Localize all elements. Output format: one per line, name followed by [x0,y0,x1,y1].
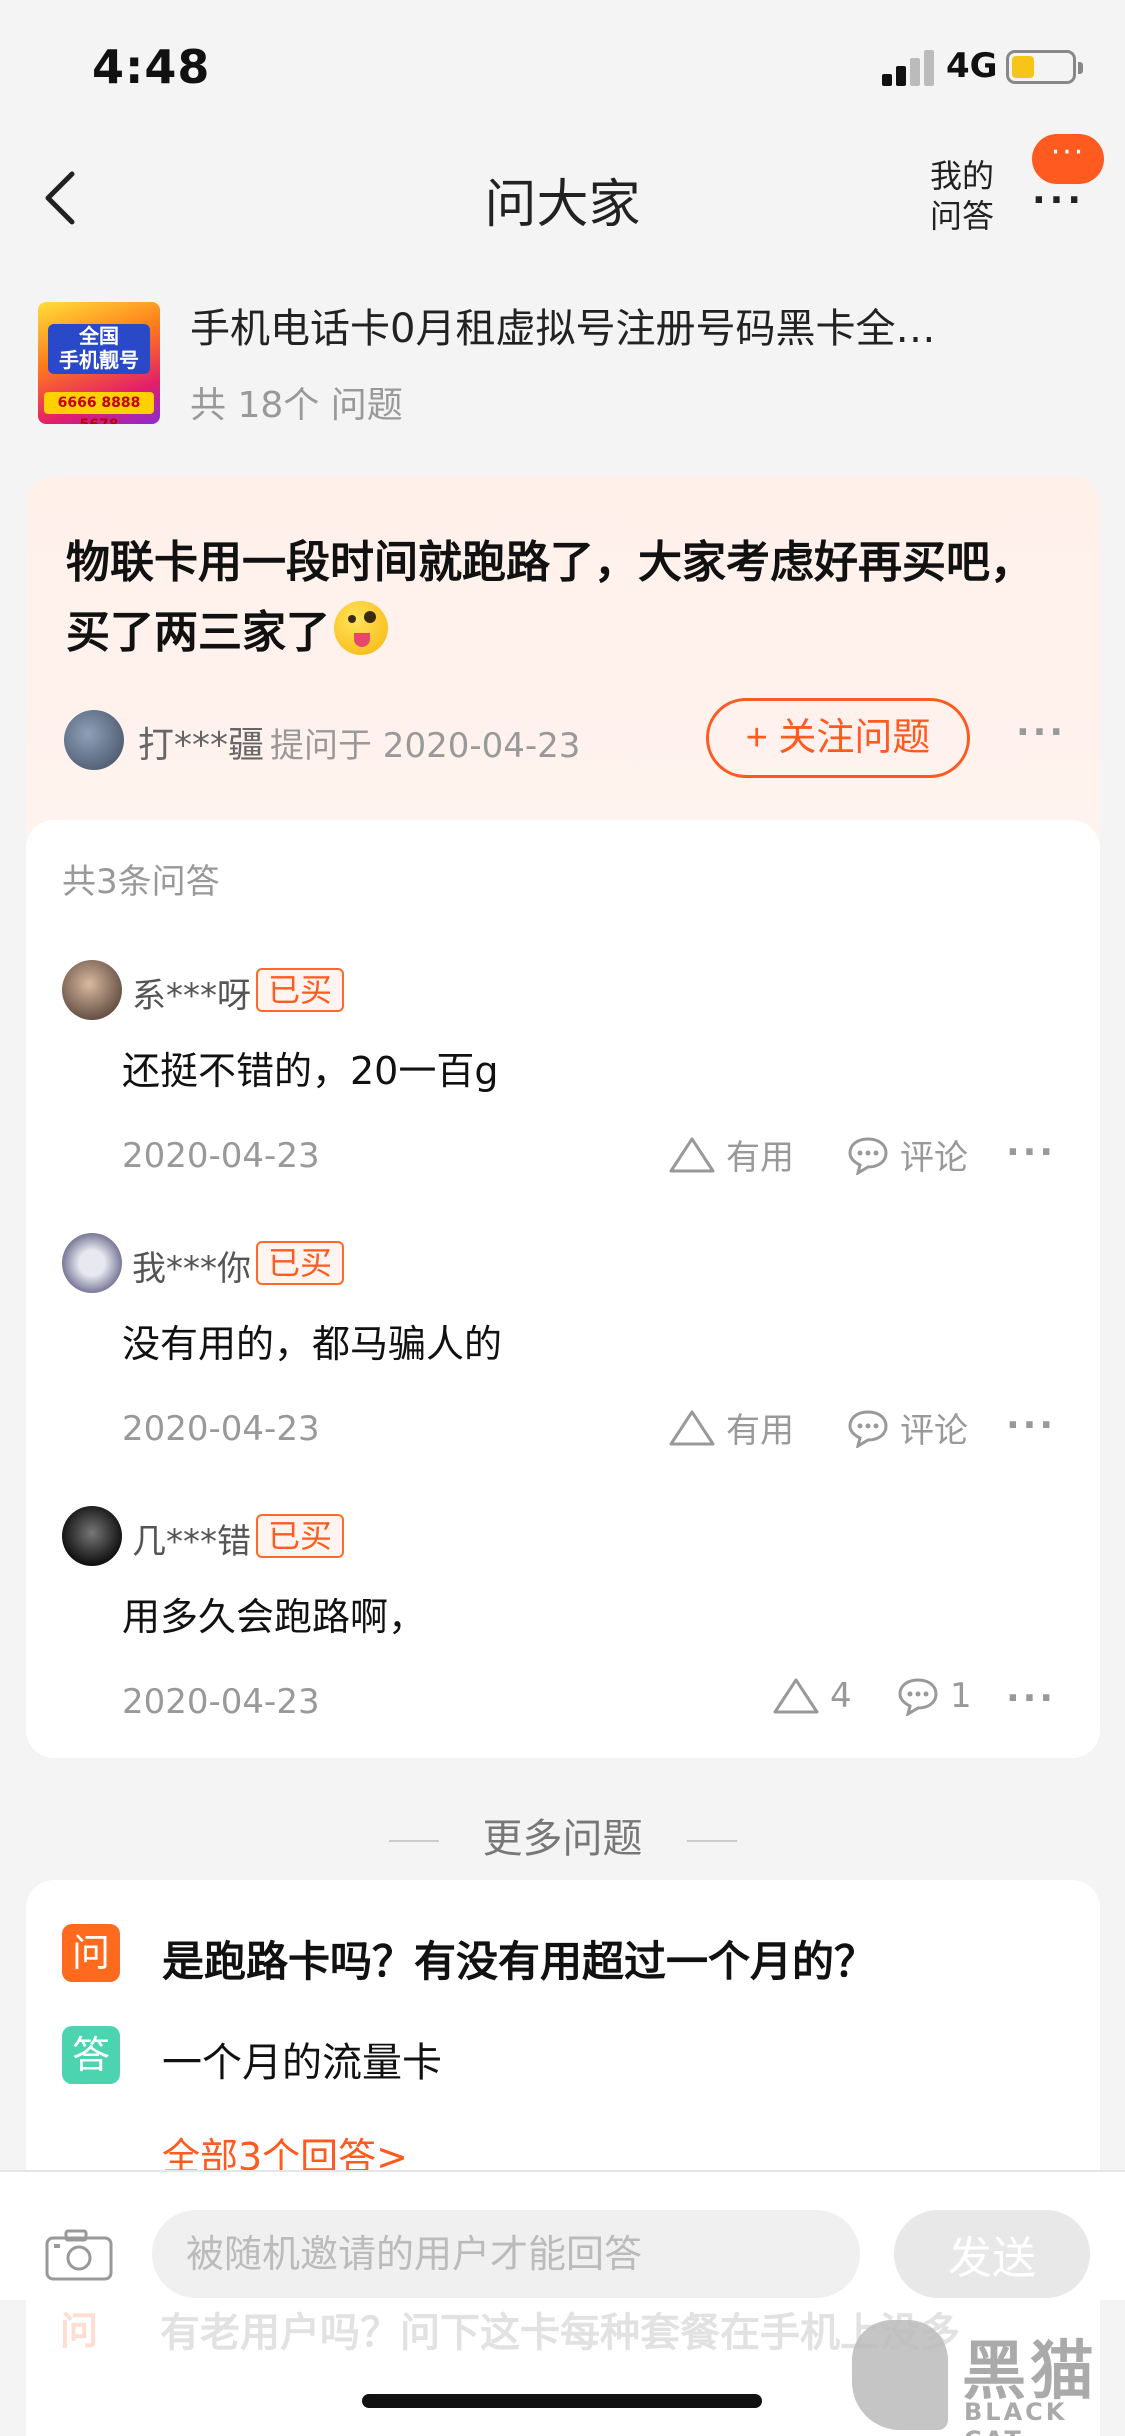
answer-date: 2020-04-23 [122,1136,320,1176]
more-answer-text: 一个月的流量卡 [162,2040,442,2086]
comment-icon [846,1135,890,1175]
question-count: 共 18个 问题 [190,385,403,426]
more-question-text: 是跑路卡吗？有没有用超过一个月的？ [162,1937,877,1986]
more-questions-heading: 更多问题 [0,1806,1125,1864]
answerer-name: 几***错 [132,1522,251,1562]
avatar[interactable] [64,710,124,770]
answer-input-bar: 发送 [0,2170,1125,2300]
more-menu-icon[interactable]: ··· [1032,180,1092,221]
answer-text: 用多久会跑路啊， [122,1595,427,1639]
battery-icon [1006,50,1083,84]
status-bar: 4:48 4G [0,0,1125,132]
triangle-icon [668,1135,716,1175]
product-title[interactable]: 手机电话卡0月租虚拟号注册号码黑卡全… [190,296,1040,354]
answer-item: 几***错 已买 用多久会跑路啊， 2020-04-23 4 1 ··· [26,1506,1100,1776]
question-tag-icon: 问 [62,1924,120,1982]
answer-text: 没有用的，都马骗人的 [122,1322,503,1366]
comment-icon [846,1408,890,1448]
purchased-badge: 已买 [256,1241,345,1285]
question-card: 物联卡用一段时间就跑路了，大家考虑好再买吧，买了两三家了 打***疆 提问于 2… [26,476,1100,1758]
comment-icon [896,1676,940,1716]
answerer-name: 我***你 [132,1249,251,1289]
home-indicator[interactable] [362,2394,762,2408]
answer-tag-icon: 答 [62,2026,120,2084]
avatar[interactable] [62,1233,122,1293]
follow-question-button[interactable]: + 关注问题 [706,698,970,778]
triangle-icon [668,1408,716,1448]
answer-text: 还挺不错的，20一百g [122,1049,499,1093]
my-qa-button[interactable]: 我的问答 [930,156,1000,236]
avatar[interactable] [62,1506,122,1566]
answer-item: 我***你 已买 没有用的，都马骗人的 2020-04-23 有用 评论 ··· [26,1233,1100,1503]
answer-more-icon[interactable]: ··· [1006,1678,1056,1719]
useful-button[interactable]: 有用 [668,1403,794,1452]
comment-button[interactable]: 评论 [846,1130,968,1179]
status-time: 4:48 [92,40,211,94]
useful-button[interactable]: 4 [772,1676,852,1716]
answer-date: 2020-04-23 [122,1682,320,1722]
answerer-name: 系***呀 [132,976,251,1016]
send-button[interactable]: 发送 [894,2210,1090,2298]
purchased-badge: 已买 [256,1514,345,1558]
asker-name: 打***疆 [138,725,265,766]
watermark-en: BLACK CAT [964,2398,1068,2436]
answer-item: 系***呀 已买 还挺不错的，20一百g 2020-04-23 有用 评论 ··… [26,960,1100,1230]
question-more-icon[interactable]: ··· [1016,712,1066,753]
question-text: 物联卡用一段时间就跑路了，大家考虑好再买吧，买了两三家了 [66,537,1034,658]
answers-count: 共3条问答 [62,862,220,902]
answer-more-icon[interactable]: ··· [1006,1405,1056,1446]
answer-more-icon[interactable]: ··· [1006,1132,1056,1173]
black-cat-watermark: 黑猫 BLACK CAT [852,2320,1122,2436]
purchased-badge: 已买 [256,968,345,1012]
divider [686,1840,737,1842]
signal-icon [882,50,938,86]
network-label: 4G [946,46,998,86]
answer-date: 2020-04-23 [122,1409,320,1449]
message-bubble-icon[interactable]: ··· [1032,134,1104,184]
cat-logo-icon [852,2320,948,2430]
divider [388,1840,439,1842]
thumbnail-label: 全国 手机靓号 [48,324,150,374]
avatar[interactable] [62,960,122,1020]
thumbnail-numbers: 6666 8888 5678 [44,392,154,424]
answer-input[interactable] [152,2210,860,2298]
useful-button[interactable]: 有用 [668,1130,794,1179]
faded-question-tag: 问 [60,2309,99,2353]
comment-button[interactable]: 评论 [846,1403,968,1452]
answers-panel: 共3条问答 系***呀 已买 还挺不错的，20一百g 2020-04-23 有用… [26,820,1100,1758]
product-thumbnail[interactable]: 全国 手机靓号 6666 8888 5678 [38,302,160,424]
camera-icon[interactable] [44,2228,114,2282]
triangle-icon [772,1676,820,1716]
comment-button[interactable]: 1 [896,1676,972,1716]
asked-date: 提问于 2020-04-23 [270,726,581,766]
zany-face-emoji-icon [334,601,388,655]
